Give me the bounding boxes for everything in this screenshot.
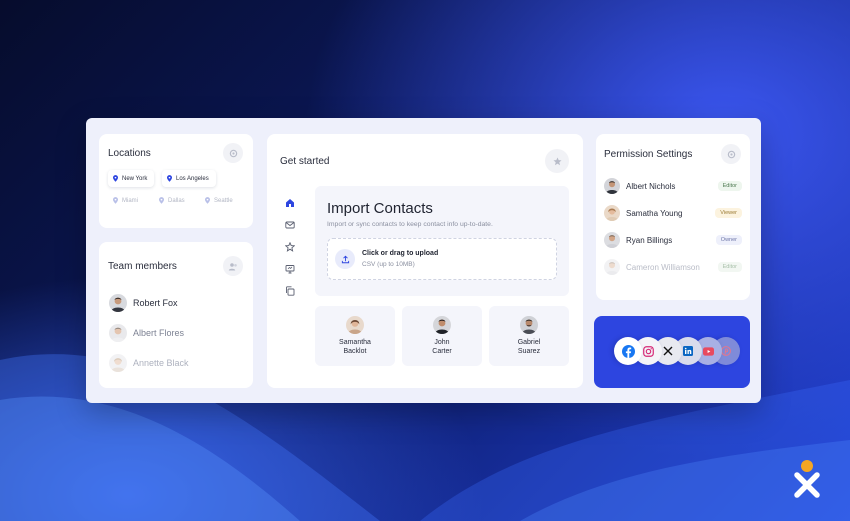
side-nav	[279, 192, 301, 302]
location-pin-icon	[167, 175, 172, 182]
location-chip-new-york[interactable]: New York	[108, 170, 155, 187]
upload-button[interactable]	[335, 249, 355, 269]
contact-name: John Carter	[432, 339, 452, 355]
contact-card[interactable]: Samantha Backlot	[315, 306, 395, 366]
locations-settings-button[interactable]	[223, 143, 243, 163]
home-icon	[286, 199, 294, 207]
presentation-icon	[285, 265, 295, 274]
brand-logo	[794, 460, 820, 498]
avatar	[604, 205, 620, 221]
location-pin-icon	[205, 197, 210, 204]
avatar	[109, 294, 127, 312]
team-member-item[interactable]: Albert Flores	[109, 324, 184, 342]
contact-card[interactable]: John Carter	[402, 306, 482, 366]
location-label: Seattle	[214, 197, 233, 204]
location-label: Miami	[122, 197, 138, 204]
side-nav-home[interactable]	[279, 192, 301, 214]
permission-settings-title: Permission Settings	[604, 149, 693, 160]
location-pin-icon	[113, 197, 118, 204]
role-badge[interactable]: Editor	[717, 262, 742, 272]
pinterest-icon	[721, 346, 731, 356]
users-icon	[228, 262, 237, 270]
upload-icon	[341, 255, 349, 263]
locations-card: Locations New York Los Angeles Miami Dal…	[99, 134, 253, 228]
permission-row[interactable]: Albert Nichols Editor	[604, 178, 742, 194]
location-label: Los Angeles	[176, 175, 209, 182]
facebook-button[interactable]	[614, 337, 642, 365]
copy-icon	[286, 286, 295, 296]
location-label: New York	[122, 175, 148, 182]
import-contacts-panel: Import Contacts Import or sync contacts …	[315, 186, 569, 296]
locations-title: Locations	[108, 148, 151, 159]
facebook-icon	[621, 344, 635, 358]
location-chip-los-angeles[interactable]: Los Angeles	[162, 170, 216, 187]
role-badge[interactable]: Viewer	[715, 208, 742, 218]
contact-card[interactable]: Gabriel Suarez	[489, 306, 569, 366]
social-integrations-card	[594, 316, 750, 388]
contact-name: Samantha Backlot	[339, 339, 371, 355]
role-badge[interactable]: Editor	[717, 181, 742, 191]
permission-settings-button[interactable]	[721, 144, 741, 164]
member-name: Annette Black	[133, 358, 189, 368]
team-members-title: Team members	[108, 261, 177, 272]
star-outline-icon	[285, 242, 295, 252]
permission-row[interactable]: Ryan Billings Owner	[604, 232, 742, 248]
location-chip-miami[interactable]: Miami	[108, 192, 145, 209]
side-nav-mail[interactable]	[279, 214, 301, 236]
side-nav-presentation[interactable]	[279, 258, 301, 280]
import-contacts-heading: Import Contacts	[327, 200, 433, 217]
gear-icon	[727, 150, 735, 158]
location-pin-icon	[113, 175, 118, 182]
permission-user-name: Albert Nichols	[626, 181, 676, 191]
location-chip-dallas[interactable]: Dallas	[154, 192, 192, 209]
avatar	[109, 354, 127, 372]
permission-user-name: Cameron Williamson	[626, 262, 700, 272]
avatar	[109, 324, 127, 342]
team-member-item[interactable]: Annette Black	[109, 354, 189, 372]
instagram-icon	[642, 345, 654, 357]
team-members-card: Team members Robert Fox Albert Flores An…	[99, 242, 253, 388]
member-name: Albert Flores	[133, 328, 185, 338]
star-icon	[552, 156, 562, 165]
location-label: Dallas	[168, 197, 185, 204]
avatar	[604, 178, 620, 194]
contact-name: Gabriel Suarez	[517, 339, 541, 355]
permission-row[interactable]: Cameron Williamson Editor	[604, 259, 742, 275]
location-chip-seattle[interactable]: Seattle	[200, 192, 240, 209]
import-contacts-subtitle: Import or sync contacts to keep contact …	[327, 221, 493, 228]
get-started-card: Get started Import Contacts Import or sy…	[267, 134, 583, 388]
avatar	[520, 316, 538, 334]
side-nav-favorites[interactable]	[279, 236, 301, 258]
side-nav-documents[interactable]	[279, 280, 301, 302]
avatar	[346, 316, 364, 334]
get-started-title: Get started	[280, 156, 330, 167]
location-pin-icon	[159, 197, 164, 204]
permission-row[interactable]: Samatha Young Viewer	[604, 205, 742, 221]
linkedin-icon	[683, 346, 693, 356]
upload-title: Click or drag to upload	[362, 250, 439, 257]
member-name: Robert Fox	[133, 298, 178, 308]
add-member-button[interactable]	[223, 256, 243, 276]
youtube-icon	[702, 346, 714, 356]
avatar	[433, 316, 451, 334]
permission-user-name: Samatha Young	[626, 208, 683, 218]
role-badge[interactable]: Owner	[715, 235, 742, 245]
team-member-item[interactable]: Robert Fox	[109, 294, 178, 312]
permission-user-name: Ryan Billings	[626, 235, 673, 245]
upload-dropzone[interactable]: Click or drag to upload CSV (up to 10MB)	[327, 238, 557, 280]
x-icon	[663, 346, 673, 356]
upload-hint: CSV (up to 10MB)	[362, 261, 415, 268]
avatar	[604, 259, 620, 275]
permission-settings-card: Permission Settings Albert Nichols Edito…	[596, 134, 750, 300]
avatar	[604, 232, 620, 248]
gear-icon	[229, 149, 237, 157]
mail-icon	[285, 221, 295, 229]
favorite-button[interactable]	[545, 149, 569, 173]
dashboard-window: Locations New York Los Angeles Miami Dal…	[86, 118, 761, 403]
